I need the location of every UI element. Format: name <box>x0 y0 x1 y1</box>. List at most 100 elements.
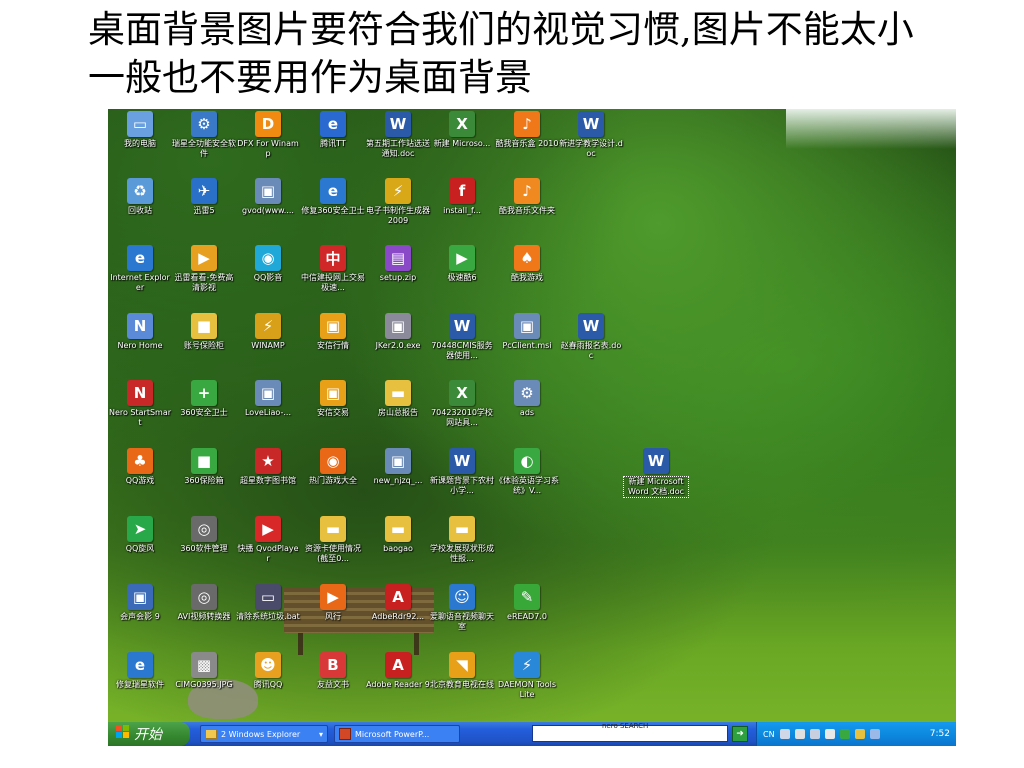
desktop-icon[interactable]: ▬ 资源卡使用情况(截至0... <box>301 516 365 580</box>
funshion-icon: ▶ <box>320 584 346 610</box>
tray-language[interactable]: CN <box>763 730 775 739</box>
desktop-icon-label: Adobe Reader 9 <box>366 680 430 689</box>
desktop-icon[interactable]: ⚙ ads <box>495 380 559 444</box>
keyboard-icon[interactable] <box>779 729 790 739</box>
desktop-icon[interactable]: ♪ 酷我音乐盒 2010 <box>495 111 559 175</box>
desktop-icon[interactable]: ★ 超星数字图书馆 <box>236 448 300 512</box>
desktop-icon[interactable]: e 腾讯TT <box>301 111 365 175</box>
desktop-icon-label: 腾讯QQ <box>253 680 283 689</box>
desktop-icon[interactable]: ▶ 迅雷看看-免费高清影视 <box>172 245 236 309</box>
desktop-icon[interactable]: ➤ QQ旋风 <box>108 516 172 580</box>
desktop-icon[interactable]: ▶ 极速酷6 <box>430 245 494 309</box>
desktop-icon[interactable]: ♣ QQ游戏 <box>108 448 172 512</box>
daemon-icon: ⚡ <box>514 652 540 678</box>
desktop-icon-label: 中信建投网上交易极速... <box>301 273 365 292</box>
desktop-icon-label: 修复瑞星软件 <box>116 680 164 689</box>
program-icon: ▣ <box>320 313 346 339</box>
desktop-icon[interactable]: ⚡ 电子书制作生成器2009 <box>366 178 430 242</box>
desktop-icon[interactable]: A AdbeRdr92... <box>366 584 430 648</box>
desktop-icon[interactable]: ◎ 360软件管理 <box>172 516 236 580</box>
word-doc-icon: W <box>385 111 411 137</box>
desktop-icon[interactable]: X 新建 Microso... <box>430 111 494 175</box>
desktop-icon[interactable]: e 修复瑞星软件 <box>108 652 172 716</box>
desktop-icon-label: 新课题背景下农村小学... <box>430 476 494 495</box>
desktop-icon[interactable]: ▣ 安信行情 <box>301 313 365 377</box>
desktop-icon-label: 房山总报告 <box>378 408 418 417</box>
taskbar-button-powerpoint[interactable]: Microsoft PowerP... <box>334 725 460 743</box>
desktop-icon[interactable]: ▶ 风行 <box>301 584 365 648</box>
desktop-icon[interactable]: ▣ JKer2.0.exe <box>366 313 430 377</box>
browser-icon: e <box>320 111 346 137</box>
video-icon: ▶ <box>191 245 217 271</box>
desktop-icon[interactable]: +360安全卫士 <box>172 380 236 444</box>
desktop-icon[interactable]: ✈ 迅雷5 <box>172 178 236 242</box>
desktop-icon[interactable]: e 修复360安全卫士 <box>301 178 365 242</box>
desktop-icon-label: 我的电脑 <box>124 139 156 148</box>
ime-icon[interactable] <box>809 729 820 739</box>
desktop-icon-label: 酷我游戏 <box>511 273 543 282</box>
desktop-icon[interactable]: ▩ CIMG0395.JPG <box>172 652 236 716</box>
desktop-icon[interactable]: ⚡ WINAMP <box>236 313 300 377</box>
desktop-icon[interactable]: ⚙ 瑞星全功能安全软件 <box>172 111 236 175</box>
desktop-icon[interactable]: ▣ LoveLiao-... <box>236 380 300 444</box>
desktop-icon[interactable]: ◥ 北京教育电视在线 <box>430 652 494 716</box>
desktop-icon[interactable]: f install_f... <box>430 178 494 242</box>
pen-icon[interactable] <box>794 729 805 739</box>
desktop-icon[interactable]: A Adobe Reader 9 <box>366 652 430 716</box>
desktop-icon[interactable]: ▣ gvod(www.... <box>236 178 300 242</box>
desktop-icon[interactable]: ▬ baogao <box>366 516 430 580</box>
desktop-icon[interactable]: W 70448CMIS服务器使用... <box>430 313 494 377</box>
desktop-icon-label: 迅雷看看-免费高清影视 <box>174 273 234 292</box>
desktop-icon[interactable]: ▬ 房山总报告 <box>366 380 430 444</box>
desktop-icon-label: 修复360安全卫士 <box>301 206 365 215</box>
desktop-icon[interactable]: ◉ QQ影音 <box>236 245 300 309</box>
desktop-icon[interactable]: W 第五期工作站选送通知.doc <box>366 111 430 175</box>
desktop-icon[interactable]: ■ 360保险箱 <box>172 448 236 512</box>
desktop-icon[interactable]: W 新课题背景下农村小学... <box>430 448 494 512</box>
desktop-icon[interactable]: ▭ 清除系统垃圾.bat <box>236 584 300 648</box>
desktop-icon-label: 会声会影 9 <box>120 612 160 621</box>
desktop-icon[interactable]: W 新建 Microsoft Word 文档.doc <box>623 448 689 512</box>
desktop-icon[interactable]: ☺ 爱聊语音视频聊天室 <box>430 584 494 648</box>
desktop-icon[interactable]: ▣ PcClient.msi <box>495 313 559 377</box>
desktop-icon[interactable]: ▣ new_njzq_... <box>366 448 430 512</box>
network-icon[interactable] <box>839 729 850 739</box>
desktop-icon[interactable]: ▶ 快播 QvodPlayer <box>236 516 300 580</box>
desktop-icon[interactable]: ⚡ DAEMON Tools Lite <box>495 652 559 716</box>
desktop-icon[interactable]: W 赵春雨报名表.doc <box>559 313 623 377</box>
desktop-icon[interactable]: ▣ 安信交易 <box>301 380 365 444</box>
desktop-icon[interactable]: D DFX For Winamp <box>236 111 300 175</box>
taskbar-button-explorer[interactable]: 2 Windows Explorer ▾ <box>200 725 328 743</box>
desktop-icon-label: LoveLiao-... <box>244 408 291 417</box>
desktop-icon[interactable]: X 704232010学校网站具... <box>430 380 494 444</box>
desktop-icon[interactable]: ◐ 《体验英语学习系统》V... <box>495 448 559 512</box>
desktop-icon[interactable]: N Nero Home <box>108 313 172 377</box>
desktop-icon-label: 360软件管理 <box>180 544 228 553</box>
desktop-icon[interactable]: ▣ 会声会影 9 <box>108 584 172 648</box>
word-doc-icon: W <box>449 313 475 339</box>
desktop-icon[interactable]: ◎ AVI视频转换器 <box>172 584 236 648</box>
desktop-icon[interactable]: ☻ 腾讯QQ <box>236 652 300 716</box>
converter-icon: ◎ <box>191 584 217 610</box>
desktop-icon[interactable]: ▬ 学校发展现状形成性报... <box>430 516 494 580</box>
help-icon[interactable] <box>824 729 835 739</box>
desktop-icon[interactable]: ♠ 酷我游戏 <box>495 245 559 309</box>
desktop-icon[interactable]: 中中信建投网上交易极速... <box>301 245 365 309</box>
qq-tray-icon[interactable] <box>854 729 865 739</box>
desktop-icon[interactable]: ■ 账号保险柜 <box>172 313 236 377</box>
desktop-icon[interactable]: ♪ 酷我音乐文件夹 <box>495 178 559 242</box>
start-button[interactable]: 开始 <box>108 722 190 746</box>
desktop-icon[interactable]: e Internet Explorer <box>108 245 172 309</box>
desktop-icon[interactable]: W 新进学教学设计.doc <box>559 111 623 175</box>
flash-icon: f <box>449 178 475 204</box>
desktop-icon[interactable]: ▭ 我的电脑 <box>108 111 172 175</box>
desktop-icon[interactable]: B 友益文书 <box>301 652 365 716</box>
desktop-icon[interactable]: N Nero StartSmart <box>108 380 172 444</box>
search-go-icon[interactable]: ➜ <box>732 726 748 742</box>
desktop-icon-label: gvod(www.... <box>242 206 294 215</box>
desktop-icon[interactable]: ✎ eREAD7.0 <box>495 584 559 648</box>
volume-icon[interactable] <box>869 729 880 739</box>
desktop-icon[interactable]: ♻ 回收站 <box>108 178 172 242</box>
desktop-icon[interactable]: ▤ setup.zip <box>366 245 430 309</box>
desktop-icon[interactable]: ◉ 热门游戏大全 <box>301 448 365 512</box>
